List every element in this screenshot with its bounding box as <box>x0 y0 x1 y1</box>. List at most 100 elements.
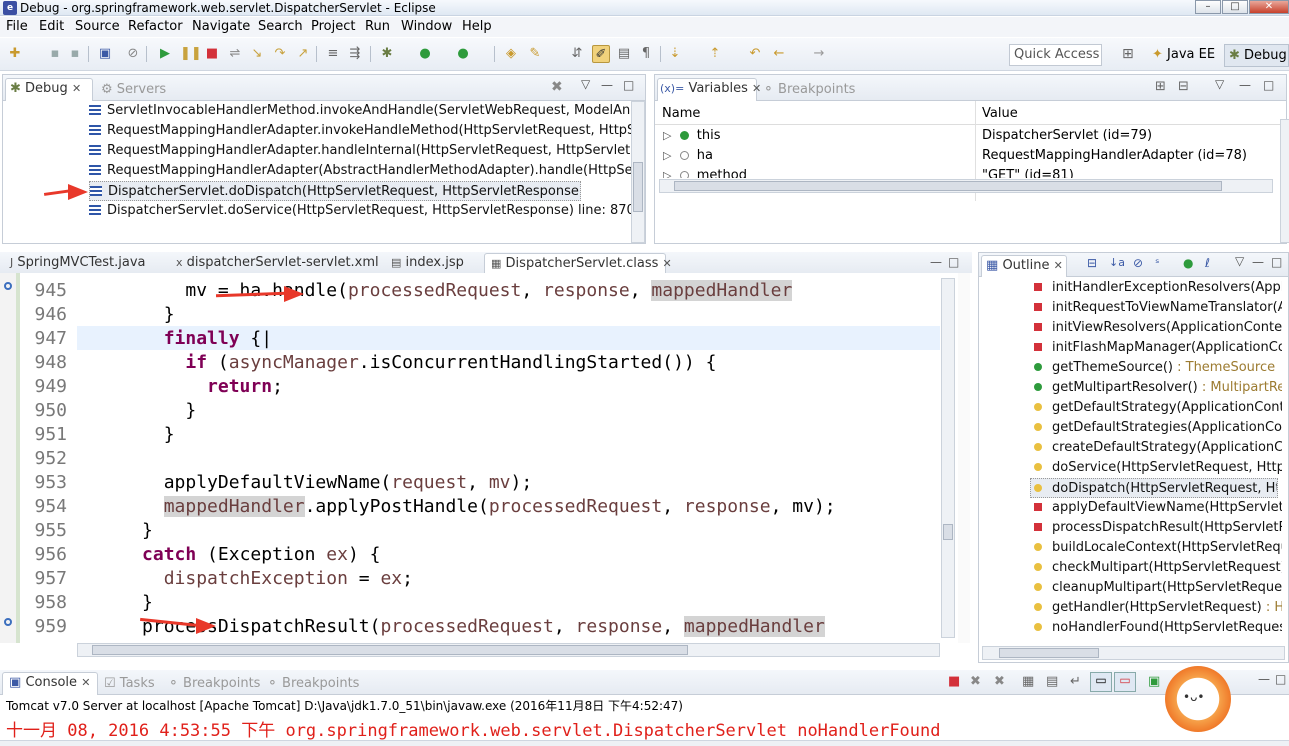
outline-item[interactable]: noHandlerFound(HttpServletRequest, H <box>1034 618 1282 638</box>
maximize-view-icon[interactable]: □ <box>948 255 959 269</box>
new-icon[interactable]: ✚ <box>6 45 24 63</box>
forward-icon[interactable]: → <box>810 45 828 63</box>
outline-item[interactable]: doDispatch(HttpServletRequest, HttpS <box>1030 478 1278 498</box>
back-icon[interactable]: ← <box>770 45 788 63</box>
skip-breakpoints-icon[interactable]: ⊘ <box>124 45 142 63</box>
editor-hscrollbar[interactable] <box>77 643 940 657</box>
hide-nonpublic-icon[interactable]: ● <box>1183 256 1193 270</box>
save-icon[interactable]: ▪ <box>46 45 64 63</box>
open-console-icon[interactable]: ▣ <box>96 45 114 63</box>
tab-breakpoints-2[interactable]: ⚬ Breakpoints <box>267 674 359 694</box>
menu-help[interactable]: Help <box>462 19 492 35</box>
perspective-debug[interactable]: ✱ Debug <box>1224 44 1289 67</box>
tab-breakpoints[interactable]: ⚬ Breakpoints <box>763 80 855 100</box>
maximize-view-icon[interactable]: □ <box>1275 672 1286 686</box>
stack-frame-selected[interactable]: DispatcherServlet.doDispatch(HttpServlet… <box>89 181 581 201</box>
expand-icon[interactable]: ▷ <box>663 129 671 142</box>
menu-edit[interactable]: Edit <box>39 19 64 35</box>
menu-source[interactable]: Source <box>75 19 120 35</box>
outline-item[interactable]: cleanupMultipart(HttpServletRequest) <box>1034 578 1282 598</box>
scrollbar-thumb[interactable] <box>92 645 688 655</box>
editor-vscrollbar[interactable] <box>941 278 955 638</box>
search-icon[interactable]: ✎ <box>526 45 544 63</box>
outline-item[interactable]: buildLocaleContext(HttpServletReques <box>1034 538 1282 558</box>
minimize-button[interactable]: – <box>1195 0 1221 14</box>
outline-item[interactable]: getDefaultStrategies(ApplicationConte <box>1034 418 1282 438</box>
outline-item[interactable]: checkMultipart(HttpServletRequest) : H <box>1034 558 1282 578</box>
save-all-icon[interactable]: ▪ <box>66 45 84 63</box>
close-button[interactable]: ✕ <box>1249 0 1289 14</box>
view-menu-icon[interactable]: ▽ <box>1235 254 1244 268</box>
close-icon[interactable]: ✕ <box>663 257 672 270</box>
run-icon[interactable]: ● <box>416 45 434 63</box>
show-console-on-stderr-icon[interactable]: ▭ <box>1114 672 1136 692</box>
outline-item[interactable]: initFlashMapManager(ApplicationCont <box>1034 338 1282 358</box>
outline-item[interactable]: processDispatchResult(HttpServletReq <box>1034 518 1282 538</box>
tab-index-jsp[interactable]: ▤ index.jsp <box>391 253 464 273</box>
close-icon[interactable]: ✕ <box>81 676 90 689</box>
menu-search[interactable]: Search <box>258 19 303 35</box>
next-annotation-icon[interactable]: ⇵ <box>568 45 586 63</box>
collapse-all-icon[interactable]: ⊟ <box>1087 256 1097 270</box>
tab-breakpoints-1[interactable]: ⚬ Breakpoints <box>168 674 260 694</box>
code-editor[interactable]: 945 946 947 948 949 950 951 952 953 954 … <box>0 273 972 663</box>
breakpoint-marker-icon[interactable] <box>4 282 12 290</box>
breakpoint-marker-icon[interactable] <box>4 618 12 626</box>
menu-refactor[interactable]: Refactor <box>128 19 183 35</box>
outline-item[interactable]: applyDefaultViewName(HttpServletRec <box>1034 498 1282 518</box>
remove-terminated-icon[interactable]: ✖ <box>551 79 563 95</box>
minimize-view-icon[interactable]: — <box>1252 255 1264 269</box>
debug-icon[interactable]: ✱ <box>378 45 396 63</box>
tab-debug[interactable]: ✱ Debug ✕ <box>5 78 93 101</box>
sort-icon[interactable]: ↓a <box>1109 256 1125 269</box>
show-console-on-stdout-icon[interactable]: ▭ <box>1090 672 1112 692</box>
menu-file[interactable]: File <box>6 19 28 35</box>
tab-dispatcherservlet-xml[interactable]: x dispatcherServlet-servlet.xml <box>176 253 379 273</box>
toggle-block-selection-icon[interactable]: ▤ <box>615 45 633 63</box>
column-name-header[interactable]: Name <box>662 106 700 121</box>
stack-frame[interactable]: RequestMappingHandlerAdapter.invokeHandl… <box>89 121 633 141</box>
tab-tasks[interactable]: ☑ Tasks <box>104 674 155 694</box>
outline-item[interactable]: doService(HttpServletRequest, HttpSer <box>1034 458 1282 478</box>
open-type-icon[interactable]: ◈ <box>502 45 520 63</box>
step-over-icon[interactable]: ↷ <box>271 45 289 63</box>
outline-hscrollbar[interactable] <box>982 646 1285 660</box>
remove-all-terminated-icon[interactable]: ✖ <box>994 674 1005 689</box>
debug-view-scrollbar[interactable] <box>631 101 645 243</box>
step-return-icon[interactable]: ↗ <box>294 45 312 63</box>
show-type-names-icon[interactable]: ⊞ <box>1155 79 1166 94</box>
pin-console-icon[interactable]: ▣ <box>1148 674 1160 689</box>
maximize-view-icon[interactable]: □ <box>1271 255 1282 269</box>
stack-frame[interactable]: DispatcherServlet.doService(HttpServletR… <box>89 201 633 221</box>
maximize-view-icon[interactable]: □ <box>1263 78 1274 92</box>
perspective-java-ee[interactable]: ✦ Java EE <box>1148 44 1219 67</box>
scrollbar-thumb[interactable] <box>943 524 953 540</box>
maximize-view-icon[interactable]: □ <box>623 78 634 92</box>
suspend-icon[interactable]: ❚❚ <box>180 45 202 63</box>
minimize-view-icon[interactable]: — <box>601 78 613 92</box>
close-icon[interactable]: ✕ <box>72 82 81 95</box>
outline-item[interactable]: getDefaultStrategy(ApplicationContext <box>1034 398 1282 418</box>
hide-fields-icon[interactable]: ⊘ <box>1133 256 1143 270</box>
hide-local-types-icon[interactable]: ℓ <box>1205 256 1210 270</box>
outline-item[interactable]: initHandlerExceptionResolvers(Applica <box>1034 278 1282 298</box>
column-value-header[interactable]: Value <box>982 106 1018 121</box>
collapse-all-icon[interactable]: ⊟ <box>1178 79 1189 94</box>
stack-frame[interactable]: ServletInvocableHandlerMethod.invokeAndH… <box>89 101 633 121</box>
view-menu-icon[interactable]: ▽ <box>581 77 590 91</box>
tab-variables[interactable]: (x)= Variables ✕ <box>657 78 761 101</box>
external-tools-icon[interactable]: ● <box>454 45 472 63</box>
scrollbar-thumb[interactable] <box>633 162 643 212</box>
hide-static-icon[interactable]: ˢ <box>1155 256 1159 270</box>
drop-to-frame-icon[interactable]: ≡ <box>324 45 342 63</box>
variable-row[interactable]: ▷ ha RequestMappingHandlerAdapter (id=78… <box>663 146 1273 166</box>
scrollbar-thumb[interactable] <box>674 181 1222 191</box>
outline-item[interactable]: getThemeSource() : ThemeSource <box>1034 358 1282 378</box>
tab-outline[interactable]: ▦ Outline ✕ <box>981 255 1067 277</box>
last-edit-location-icon[interactable]: ↶ <box>746 45 764 63</box>
menu-navigate[interactable]: Navigate <box>192 19 250 35</box>
menu-window[interactable]: Window <box>401 19 452 35</box>
minimize-view-icon[interactable]: — <box>930 255 942 269</box>
view-menu-icon[interactable]: ▽ <box>1215 77 1224 91</box>
clear-console-icon[interactable]: ▦ <box>1022 674 1034 689</box>
